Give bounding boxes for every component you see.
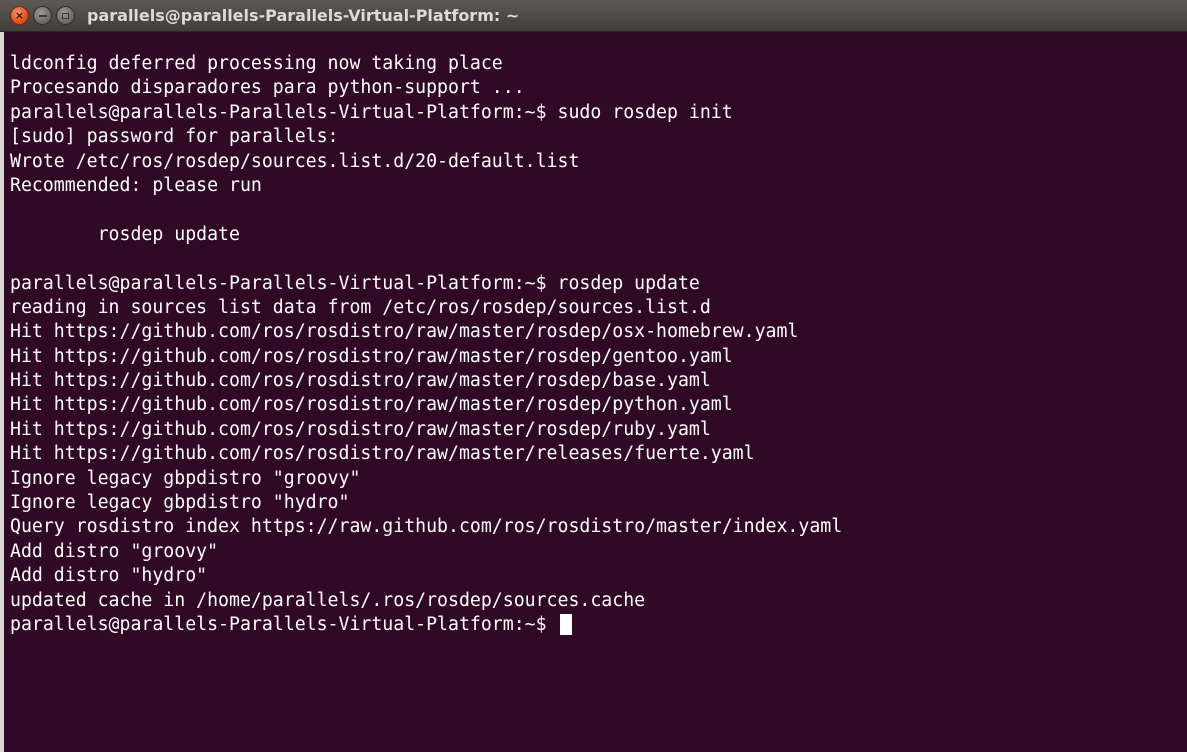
terminal-line: Procesando disparadores para python-supp… [10,77,525,99]
terminal-line: updated cache in /home/parallels/.ros/ro… [10,589,646,611]
terminal-line: Recommended: please run [10,174,262,196]
shell-prompt: parallels@parallels-Parallels-Virtual-Pl… [10,613,558,635]
terminal-line: Hit https://github.com/ros/rosdistro/raw… [10,394,733,416]
terminal-line: Wrote /etc/ros/rosdep/sources.list.d/20-… [10,150,580,172]
terminal-line: rosdep update [10,223,240,245]
minimize-button[interactable] [33,6,52,25]
minimize-icon [38,14,47,17]
terminal-line: parallels@parallels-Parallels-Virtual-Pl… [10,272,700,294]
window-title: parallels@parallels-Parallels-Virtual-Pl… [87,6,520,25]
terminal-line: reading in sources list data from /etc/r… [10,296,711,318]
maximize-button[interactable] [56,6,75,25]
title-bar[interactable]: × parallels@parallels-Parallels-Virtual-… [0,0,1187,32]
terminal-line: Hit https://github.com/ros/rosdistro/raw… [10,443,755,465]
terminal-line: Add distro "groovy" [10,540,219,562]
terminal-output[interactable]: ldconfig deferred processing now taking … [0,32,1187,752]
terminal-line: ldconfig deferred processing now taking … [10,53,503,74]
terminal-line: Query rosdistro index https://raw.github… [10,516,843,538]
terminal-line: Hit https://github.com/ros/rosdistro/raw… [10,345,733,367]
terminal-line: Hit https://github.com/ros/rosdistro/raw… [10,418,711,440]
text-cursor [559,614,572,636]
terminal-line: parallels@parallels-Parallels-Virtual-Pl… [10,101,733,123]
terminal-window: × parallels@parallels-Parallels-Virtual-… [0,0,1187,752]
terminal-line: Add distro "hydro" [10,565,208,587]
terminal-line: Ignore legacy gbpdistro "hydro" [10,492,350,514]
terminal-line: Ignore legacy gbpdistro "groovy" [10,467,361,489]
maximize-icon [62,12,69,19]
prompt-line[interactable]: parallels@parallels-Parallels-Virtual-Pl… [10,613,1187,637]
terminal-line: [sudo] password for parallels: [10,126,339,148]
close-button[interactable]: × [10,6,29,25]
close-icon: × [14,9,25,22]
terminal-line: Hit https://github.com/ros/rosdistro/raw… [10,321,799,343]
terminal-line: Hit https://github.com/ros/rosdistro/raw… [10,370,711,392]
